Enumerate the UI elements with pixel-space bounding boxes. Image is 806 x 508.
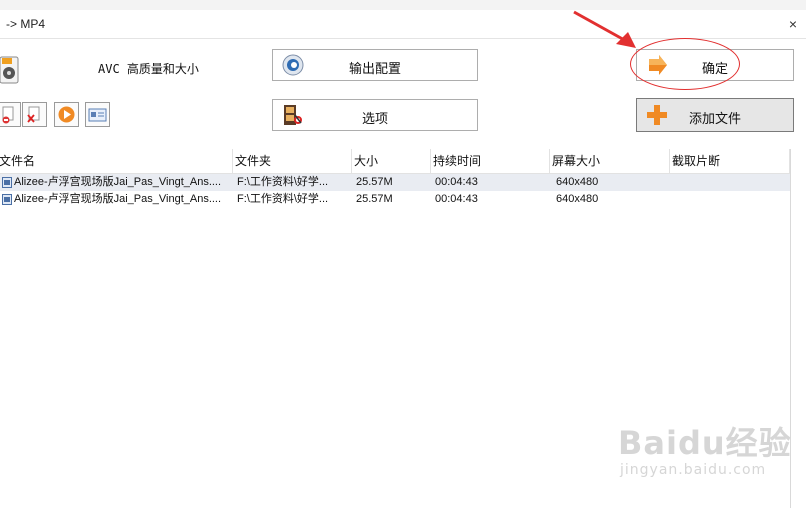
cell-screen-size: 640x480 bbox=[556, 176, 599, 188]
cell-clip bbox=[675, 174, 785, 191]
table-row[interactable]: Alizee-卢浮宫现场版Jai_Pas_Vingt_Ans.... F:\工作… bbox=[0, 191, 790, 208]
cell-duration: 00:04:43 bbox=[435, 193, 478, 205]
cell-filename: Alizee-卢浮宫现场版Jai_Pas_Vingt_Ans.... bbox=[14, 176, 222, 188]
cell-size: 25.57M bbox=[356, 193, 393, 205]
column-header-duration[interactable]: 持续时间 bbox=[431, 149, 550, 173]
cell-size: 25.57M bbox=[356, 176, 393, 188]
mp4-format-icon bbox=[0, 56, 19, 84]
column-header-filename[interactable]: 文件名 bbox=[0, 149, 233, 173]
clear-icon bbox=[27, 106, 40, 123]
add-file-button[interactable]: 添加文件 bbox=[636, 98, 794, 132]
column-header-size[interactable]: 大小 bbox=[352, 149, 431, 173]
watermark-logo-text: Baidu经验 bbox=[618, 424, 792, 462]
cell-folder: F:\工作资料\好学... bbox=[237, 176, 329, 188]
clear-button[interactable] bbox=[22, 102, 47, 127]
annotation-circle bbox=[630, 38, 740, 90]
title-bar: -> MP4 × bbox=[0, 10, 806, 39]
info-button[interactable] bbox=[85, 102, 110, 127]
remove-button[interactable] bbox=[0, 102, 21, 127]
column-header-clip[interactable]: 截取片断 bbox=[670, 149, 790, 173]
top-strip bbox=[0, 0, 806, 10]
cell-filename: Alizee-卢浮宫现场版Jai_Pas_Vingt_Ans.... bbox=[14, 193, 222, 205]
options-button[interactable]: 选项 bbox=[272, 99, 478, 131]
window-title: -> MP4 bbox=[6, 17, 46, 31]
preset-label: AVC 高质量和大小 bbox=[98, 62, 199, 76]
info-icon bbox=[88, 108, 107, 122]
column-header-screen-size[interactable]: 屏幕大小 bbox=[550, 149, 670, 173]
options-label: 选项 bbox=[361, 111, 388, 126]
cell-duration: 00:04:43 bbox=[435, 176, 478, 188]
baidu-watermark: Baidu经验 jingyan.baidu.com bbox=[618, 418, 792, 478]
remove-icon bbox=[2, 106, 14, 124]
table-row[interactable]: Alizee-卢浮宫现场版Jai_Pas_Vingt_Ans.... F:\工作… bbox=[0, 174, 790, 191]
watermark-url: jingyan.baidu.com bbox=[620, 462, 767, 478]
video-file-icon bbox=[2, 177, 12, 188]
annotation-arrow bbox=[573, 10, 636, 48]
column-header-folder[interactable]: 文件夹 bbox=[233, 149, 352, 173]
cell-clip bbox=[675, 191, 785, 208]
play-button[interactable] bbox=[54, 102, 79, 127]
output-config-label: 输出配置 bbox=[348, 61, 401, 76]
cell-folder: F:\工作资料\好学... bbox=[237, 193, 329, 205]
play-icon bbox=[58, 106, 75, 123]
add-file-label: 添加文件 bbox=[688, 111, 741, 126]
close-icon[interactable]: × bbox=[784, 15, 802, 33]
file-list-header: 文件名 文件夹 大小 持续时间 屏幕大小 截取片断 bbox=[0, 149, 790, 174]
cell-screen-size: 640x480 bbox=[556, 193, 599, 205]
video-file-icon bbox=[2, 194, 12, 205]
output-config-button[interactable]: 输出配置 bbox=[272, 49, 478, 81]
